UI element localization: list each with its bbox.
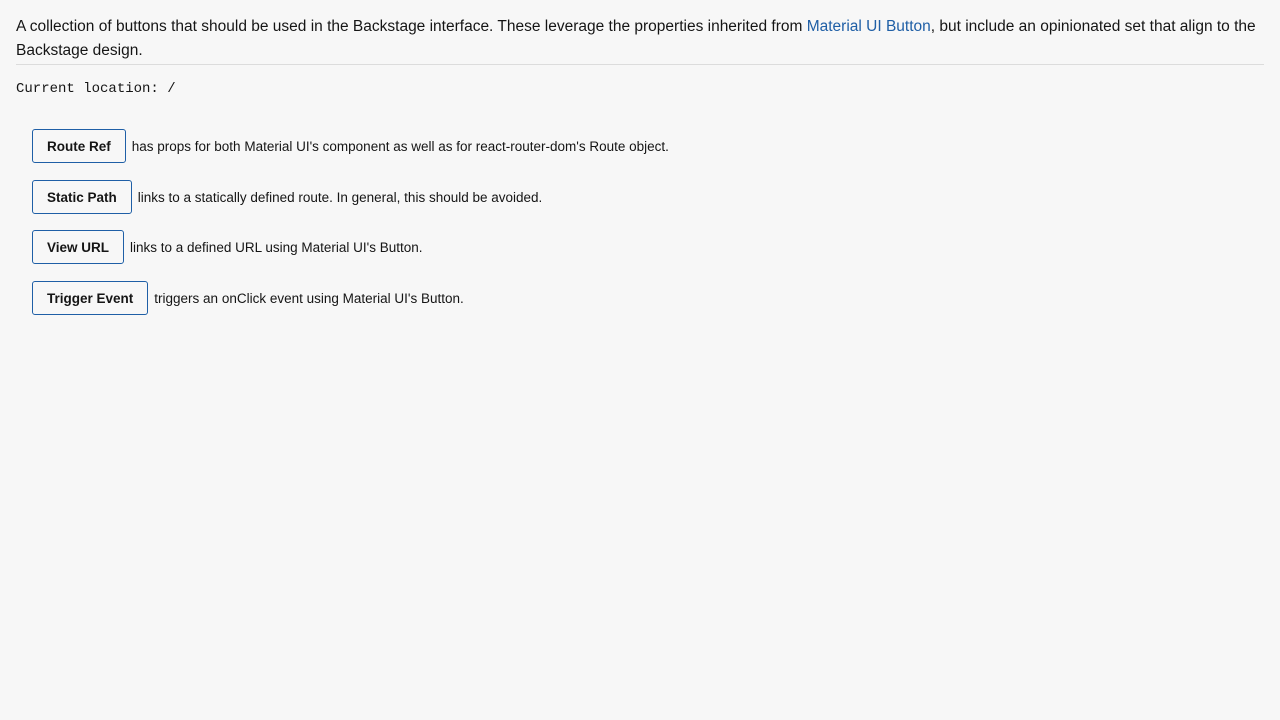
route-ref-button[interactable]: Route Ref [32,129,126,163]
view-url-button[interactable]: View URL [32,230,125,264]
button-row-view-url: View URL links to a defined URL using Ma… [32,230,423,264]
static-path-description: links to a statically defined route. In … [137,189,543,205]
current-location: Current location: / [16,81,176,97]
route-ref-description: has props for both Material UI's compone… [131,138,669,154]
button-row-trigger-event: Trigger Event triggers an onClick event … [32,281,464,315]
trigger-event-description: triggers an onClick event using Material… [154,290,464,306]
trigger-event-button[interactable]: Trigger Event [32,281,149,315]
static-path-button[interactable]: Static Path [32,180,132,214]
material-ui-button-link[interactable]: Material UI Button [807,18,931,35]
intro-text-before: A collection of buttons that should be u… [16,18,807,35]
divider [16,64,1264,65]
view-url-description: links to a defined URL using Material UI… [130,239,423,255]
button-row-static-path: Static Path links to a statically define… [32,180,542,214]
intro-paragraph: A collection of buttons that should be u… [16,15,1264,63]
button-row-route-ref: Route Ref has props for both Material UI… [32,129,669,163]
